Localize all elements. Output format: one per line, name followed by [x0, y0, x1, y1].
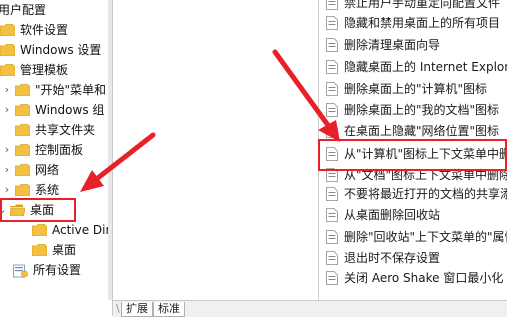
chevron-right-icon[interactable]: ›: [2, 80, 12, 100]
tree-item-shared-folders[interactable]: 共享文件夹: [15, 120, 95, 140]
policy-setting-icon: [326, 103, 338, 117]
tab-standard[interactable]: 标准: [153, 302, 185, 317]
list-item-label: 隐藏桌面上的 Internet Explorer: [344, 60, 507, 74]
list-item[interactable]: 隐藏和禁用桌面上的所有项目: [326, 13, 500, 33]
tree-item-label: 共享文件夹: [35, 123, 96, 137]
tree-item-user-config[interactable]: 用户配置: [0, 0, 46, 20]
policy-setting-icon: [326, 0, 338, 10]
tree-item-desktop[interactable]: ⌄ 桌面: [0, 200, 54, 220]
folder-icon: [15, 124, 30, 136]
list-item[interactable]: 不要将最近打开的文档的共享添加: [326, 184, 507, 204]
tree-item-label: 桌面: [30, 203, 55, 217]
list-item-label: 删除桌面上的"计算机"图标: [344, 82, 488, 96]
list-item-label: 在桌面上隐藏"网络位置"图标: [344, 124, 500, 138]
tree-item-label: 系统: [35, 183, 60, 197]
list-item-label: 退出时不保存设置: [344, 251, 441, 265]
tree-item-control-panel[interactable]: › 控制面板: [2, 140, 83, 160]
list-item-label: 关闭 Aero Shake 窗口最小化: [344, 271, 504, 285]
tree-item-windows-settings[interactable]: Windows 设置: [0, 40, 101, 60]
tree-item-admin-templates[interactable]: 管理模板: [0, 60, 68, 80]
policy-setting-icon: [326, 124, 338, 138]
folder-icon: [15, 144, 30, 156]
tree-item-label: Active Dir: [52, 223, 108, 237]
tree-item-start-menu[interactable]: › "开始"菜单和: [2, 80, 106, 100]
tree-item-all-settings[interactable]: 所有设置: [13, 260, 81, 280]
folder-icon: [15, 184, 30, 196]
folder-icon: [0, 44, 15, 56]
list-item[interactable]: 从桌面删除回收站: [326, 205, 440, 225]
list-item[interactable]: 禁止用户手动重定向配置文件: [326, 0, 500, 13]
policy-setting-icon: [326, 230, 338, 244]
folder-icon: [32, 244, 47, 256]
tree-item-software-settings[interactable]: 软件设置: [0, 20, 68, 40]
list-item-label: 从"计算机"图标上下文菜单中删除: [344, 147, 507, 161]
tree-item-desktop-sub[interactable]: 桌面: [32, 240, 76, 260]
policy-setting-icon: [326, 168, 338, 182]
tree-item-network[interactable]: › 网络: [2, 160, 59, 180]
policy-list: 禁止用户手动重定向配置文件 隐藏和禁用桌面上的所有项目 删除清理桌面向导 隐藏桌…: [318, 0, 507, 300]
chevron-right-icon[interactable]: ›: [2, 180, 12, 200]
list-item[interactable]: 退出时不保存设置: [326, 248, 440, 268]
tree-item-label: Windows 设置: [20, 43, 102, 57]
folder-icon: [0, 64, 15, 76]
policy-setting-icon: [326, 147, 338, 161]
list-item[interactable]: 删除桌面上的"我的文档"图标: [326, 100, 499, 120]
folder-icon: [15, 84, 30, 96]
tree-item-windows-components[interactable]: › Windows 组: [2, 100, 105, 120]
list-item[interactable]: 隐藏桌面上的 Internet Explorer: [326, 57, 507, 77]
tree-item-label: "开始"菜单和: [35, 83, 107, 97]
view-tab-bar: \ 扩展 标准: [113, 300, 507, 317]
tab-scroll-left-icon[interactable]: \: [116, 302, 120, 316]
policy-setting-icon: [326, 82, 338, 96]
list-item-label: 删除桌面上的"我的文档"图标: [344, 103, 500, 117]
list-item[interactable]: 删除"回收站"上下文菜单的"属性": [326, 227, 507, 247]
folder-icon: [15, 104, 30, 116]
tab-extended[interactable]: 扩展: [121, 302, 153, 317]
chevron-down-icon[interactable]: ⌄: [0, 200, 7, 220]
tree-item-label: 软件设置: [20, 23, 69, 37]
tree-item-label: Windows 组: [35, 103, 105, 117]
navigation-tree: 用户配置 软件设置 Windows 设置 管理模板 › "开始"菜单和 › Wi…: [0, 0, 108, 316]
settings-icon: [13, 264, 28, 278]
list-item-selected[interactable]: 从"计算机"图标上下文菜单中删除: [326, 144, 507, 164]
policy-setting-icon: [326, 16, 338, 30]
list-item-label: 删除清理桌面向导: [344, 38, 441, 52]
policy-setting-icon: [326, 187, 338, 201]
policy-setting-icon: [326, 271, 338, 285]
policy-setting-icon: [326, 251, 338, 265]
list-item-label: 隐藏和禁用桌面上的所有项目: [344, 16, 501, 30]
tree-item-label: 所有设置: [33, 263, 82, 277]
pane-divider[interactable]: [112, 0, 113, 316]
list-item-label: 禁止用户手动重定向配置文件: [344, 0, 501, 10]
policy-setting-icon: [326, 208, 338, 222]
tree-item-label: 控制面板: [35, 143, 84, 157]
folder-open-icon: [10, 204, 25, 216]
folder-icon: [15, 164, 30, 176]
policy-setting-icon: [326, 38, 338, 52]
tree-item-label: 用户配置: [0, 3, 47, 17]
tree-item-active-directory[interactable]: Active Dir: [32, 220, 108, 240]
tree-item-system[interactable]: › 系统: [2, 180, 59, 200]
policy-setting-icon: [326, 60, 338, 74]
tree-item-label: 桌面: [52, 243, 77, 257]
list-item[interactable]: 关闭 Aero Shake 窗口最小化: [326, 268, 503, 288]
list-item-label: 从桌面删除回收站: [344, 208, 441, 222]
list-item[interactable]: 删除桌面上的"计算机"图标: [326, 79, 487, 99]
chevron-right-icon[interactable]: ›: [2, 160, 12, 180]
list-item[interactable]: 删除清理桌面向导: [326, 35, 440, 55]
tree-item-label: 管理模板: [20, 63, 69, 77]
list-item-label: 不要将最近打开的文档的共享添加: [344, 187, 507, 201]
list-item[interactable]: 从"文档"图标上下文菜单中删除: [326, 165, 507, 185]
list-item[interactable]: 在桌面上隐藏"网络位置"图标: [326, 121, 499, 141]
tree-item-label: 网络: [35, 163, 60, 177]
list-item-label: 从"文档"图标上下文菜单中删除: [344, 168, 507, 182]
list-item-label: 删除"回收站"上下文菜单的"属性": [344, 230, 507, 244]
folder-icon: [32, 224, 47, 236]
chevron-right-icon[interactable]: ›: [2, 100, 12, 120]
folder-icon: [0, 24, 15, 36]
chevron-right-icon[interactable]: ›: [2, 140, 12, 160]
